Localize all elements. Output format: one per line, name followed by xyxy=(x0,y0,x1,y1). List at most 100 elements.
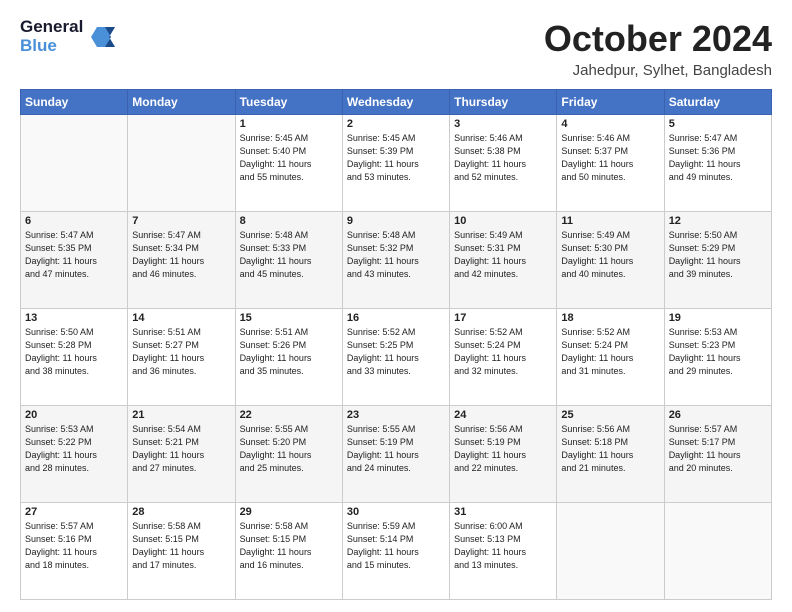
calendar-cell: 20Sunrise: 5:53 AM Sunset: 5:22 PM Dayli… xyxy=(21,406,128,503)
day-info: Sunrise: 5:47 AM Sunset: 5:35 PM Dayligh… xyxy=(25,229,123,281)
calendar-cell xyxy=(128,115,235,212)
day-info: Sunrise: 5:55 AM Sunset: 5:20 PM Dayligh… xyxy=(240,423,338,475)
day-number: 3 xyxy=(454,118,552,130)
day-info: Sunrise: 5:58 AM Sunset: 5:15 PM Dayligh… xyxy=(240,520,338,572)
day-info: Sunrise: 5:52 AM Sunset: 5:24 PM Dayligh… xyxy=(561,326,659,378)
day-number: 23 xyxy=(347,409,445,421)
calendar-cell: 19Sunrise: 5:53 AM Sunset: 5:23 PM Dayli… xyxy=(664,309,771,406)
calendar-cell: 11 Sunrise: 5:49 AM Sunset: 5:30 PM Dayli… xyxy=(557,212,664,309)
weekday-header: Sunday xyxy=(21,90,128,115)
calendar-cell: 28 Sunrise: 5:58 AM Sunset: 5:15 PM Dayli… xyxy=(128,503,235,600)
day-number: 13 xyxy=(25,312,123,324)
calendar-cell: 29 Sunrise: 5:58 AM Sunset: 5:15 PM Dayli… xyxy=(235,503,342,600)
day-number: 24 xyxy=(454,409,552,421)
day-info: Sunrise: 5:46 AM Sunset: 5:38 PM Dayligh… xyxy=(454,132,552,184)
logo-general: General xyxy=(20,18,83,37)
month-title: October 2024 xyxy=(544,18,772,60)
day-info: Sunrise: 5:59 AM Sunset: 5:14 PM Dayligh… xyxy=(347,520,445,572)
calendar-week-row: 1Sunrise: 5:45 AM Sunset: 5:40 PM Daylig… xyxy=(21,115,772,212)
day-number: 8 xyxy=(240,215,338,227)
day-number: 30 xyxy=(347,506,445,518)
day-info: Sunrise: 5:48 AM Sunset: 5:32 PM Dayligh… xyxy=(347,229,445,281)
day-info: Sunrise: 5:57 AM Sunset: 5:16 PM Dayligh… xyxy=(25,520,123,572)
day-info: Sunrise: 5:56 AM Sunset: 5:18 PM Dayligh… xyxy=(561,423,659,475)
calendar-cell: 3 Sunrise: 5:46 AM Sunset: 5:38 PM Daylig… xyxy=(450,115,557,212)
day-number: 27 xyxy=(25,506,123,518)
day-number: 11 xyxy=(561,215,659,227)
day-info: Sunrise: 6:00 AM Sunset: 5:13 PM Dayligh… xyxy=(454,520,552,572)
day-number: 21 xyxy=(132,409,230,421)
calendar-cell: 27 Sunrise: 5:57 AM Sunset: 5:16 PM Dayli… xyxy=(21,503,128,600)
day-number: 4 xyxy=(561,118,659,130)
day-number: 26 xyxy=(669,409,767,421)
calendar-cell: 18Sunrise: 5:52 AM Sunset: 5:24 PM Dayli… xyxy=(557,309,664,406)
calendar-cell: 25 Sunrise: 5:56 AM Sunset: 5:18 PM Dayli… xyxy=(557,406,664,503)
day-number: 5 xyxy=(669,118,767,130)
calendar-cell: 7 Sunrise: 5:47 AM Sunset: 5:34 PM Daylig… xyxy=(128,212,235,309)
day-number: 28 xyxy=(132,506,230,518)
logo-icon xyxy=(87,23,117,51)
day-info: Sunrise: 5:47 AM Sunset: 5:36 PM Dayligh… xyxy=(669,132,767,184)
calendar-cell: 16 Sunrise: 5:52 AM Sunset: 5:25 PM Dayli… xyxy=(342,309,449,406)
logo-blue: Blue xyxy=(20,37,83,56)
day-number: 2 xyxy=(347,118,445,130)
day-number: 6 xyxy=(25,215,123,227)
weekday-header: Tuesday xyxy=(235,90,342,115)
day-info: Sunrise: 5:51 AM Sunset: 5:26 PM Dayligh… xyxy=(240,326,338,378)
day-number: 29 xyxy=(240,506,338,518)
day-info: Sunrise: 5:57 AM Sunset: 5:17 PM Dayligh… xyxy=(669,423,767,475)
day-info: Sunrise: 5:54 AM Sunset: 5:21 PM Dayligh… xyxy=(132,423,230,475)
calendar-cell: 15 Sunrise: 5:51 AM Sunset: 5:26 PM Dayli… xyxy=(235,309,342,406)
location: Jahedpur, Sylhet, Bangladesh xyxy=(544,62,772,79)
page-header: General Blue October 2024 Jahedpur, Sylh… xyxy=(20,18,772,79)
calendar-cell xyxy=(664,503,771,600)
calendar-cell: 30 Sunrise: 5:59 AM Sunset: 5:14 PM Dayli… xyxy=(342,503,449,600)
day-info: Sunrise: 5:53 AM Sunset: 5:23 PM Dayligh… xyxy=(669,326,767,378)
day-number: 15 xyxy=(240,312,338,324)
calendar-week-row: 27 Sunrise: 5:57 AM Sunset: 5:16 PM Dayli… xyxy=(21,503,772,600)
day-info: Sunrise: 5:46 AM Sunset: 5:37 PM Dayligh… xyxy=(561,132,659,184)
day-info: Sunrise: 5:58 AM Sunset: 5:15 PM Dayligh… xyxy=(132,520,230,572)
day-info: Sunrise: 5:50 AM Sunset: 5:28 PM Dayligh… xyxy=(25,326,123,378)
day-number: 10 xyxy=(454,215,552,227)
day-number: 17 xyxy=(454,312,552,324)
day-info: Sunrise: 5:50 AM Sunset: 5:29 PM Dayligh… xyxy=(669,229,767,281)
calendar-cell: 24 Sunrise: 5:56 AM Sunset: 5:19 PM Dayli… xyxy=(450,406,557,503)
calendar-cell: 1Sunrise: 5:45 AM Sunset: 5:40 PM Daylig… xyxy=(235,115,342,212)
day-number: 14 xyxy=(132,312,230,324)
weekday-header: Friday xyxy=(557,90,664,115)
calendar-cell: 12Sunrise: 5:50 AM Sunset: 5:29 PM Dayli… xyxy=(664,212,771,309)
day-info: Sunrise: 5:49 AM Sunset: 5:30 PM Dayligh… xyxy=(561,229,659,281)
day-info: Sunrise: 5:53 AM Sunset: 5:22 PM Dayligh… xyxy=(25,423,123,475)
day-info: Sunrise: 5:45 AM Sunset: 5:39 PM Dayligh… xyxy=(347,132,445,184)
weekday-header-row: SundayMondayTuesdayWednesdayThursdayFrid… xyxy=(21,90,772,115)
calendar-cell xyxy=(21,115,128,212)
day-info: Sunrise: 5:56 AM Sunset: 5:19 PM Dayligh… xyxy=(454,423,552,475)
calendar-week-row: 13 Sunrise: 5:50 AM Sunset: 5:28 PM Dayli… xyxy=(21,309,772,406)
calendar-cell: 10Sunrise: 5:49 AM Sunset: 5:31 PM Dayli… xyxy=(450,212,557,309)
calendar-cell: 8 Sunrise: 5:48 AM Sunset: 5:33 PM Daylig… xyxy=(235,212,342,309)
day-number: 25 xyxy=(561,409,659,421)
day-number: 31 xyxy=(454,506,552,518)
calendar-cell: 13 Sunrise: 5:50 AM Sunset: 5:28 PM Dayli… xyxy=(21,309,128,406)
calendar-cell: 21 Sunrise: 5:54 AM Sunset: 5:21 PM Dayli… xyxy=(128,406,235,503)
calendar-cell xyxy=(557,503,664,600)
title-block: October 2024 Jahedpur, Sylhet, Banglades… xyxy=(544,18,772,79)
calendar-week-row: 6 Sunrise: 5:47 AM Sunset: 5:35 PM Daylig… xyxy=(21,212,772,309)
day-number: 16 xyxy=(347,312,445,324)
day-info: Sunrise: 5:47 AM Sunset: 5:34 PM Dayligh… xyxy=(132,229,230,281)
day-info: Sunrise: 5:52 AM Sunset: 5:25 PM Dayligh… xyxy=(347,326,445,378)
calendar-table: SundayMondayTuesdayWednesdayThursdayFrid… xyxy=(20,89,772,600)
day-number: 7 xyxy=(132,215,230,227)
day-info: Sunrise: 5:48 AM Sunset: 5:33 PM Dayligh… xyxy=(240,229,338,281)
calendar-cell: 5 Sunrise: 5:47 AM Sunset: 5:36 PM Daylig… xyxy=(664,115,771,212)
weekday-header: Thursday xyxy=(450,90,557,115)
day-info: Sunrise: 5:55 AM Sunset: 5:19 PM Dayligh… xyxy=(347,423,445,475)
calendar-cell: 22Sunrise: 5:55 AM Sunset: 5:20 PM Dayli… xyxy=(235,406,342,503)
calendar-cell: 4 Sunrise: 5:46 AM Sunset: 5:37 PM Daylig… xyxy=(557,115,664,212)
weekday-header: Monday xyxy=(128,90,235,115)
calendar-cell: 26 Sunrise: 5:57 AM Sunset: 5:17 PM Dayli… xyxy=(664,406,771,503)
day-number: 9 xyxy=(347,215,445,227)
calendar-cell: 17Sunrise: 5:52 AM Sunset: 5:24 PM Dayli… xyxy=(450,309,557,406)
day-info: Sunrise: 5:45 AM Sunset: 5:40 PM Dayligh… xyxy=(240,132,338,184)
